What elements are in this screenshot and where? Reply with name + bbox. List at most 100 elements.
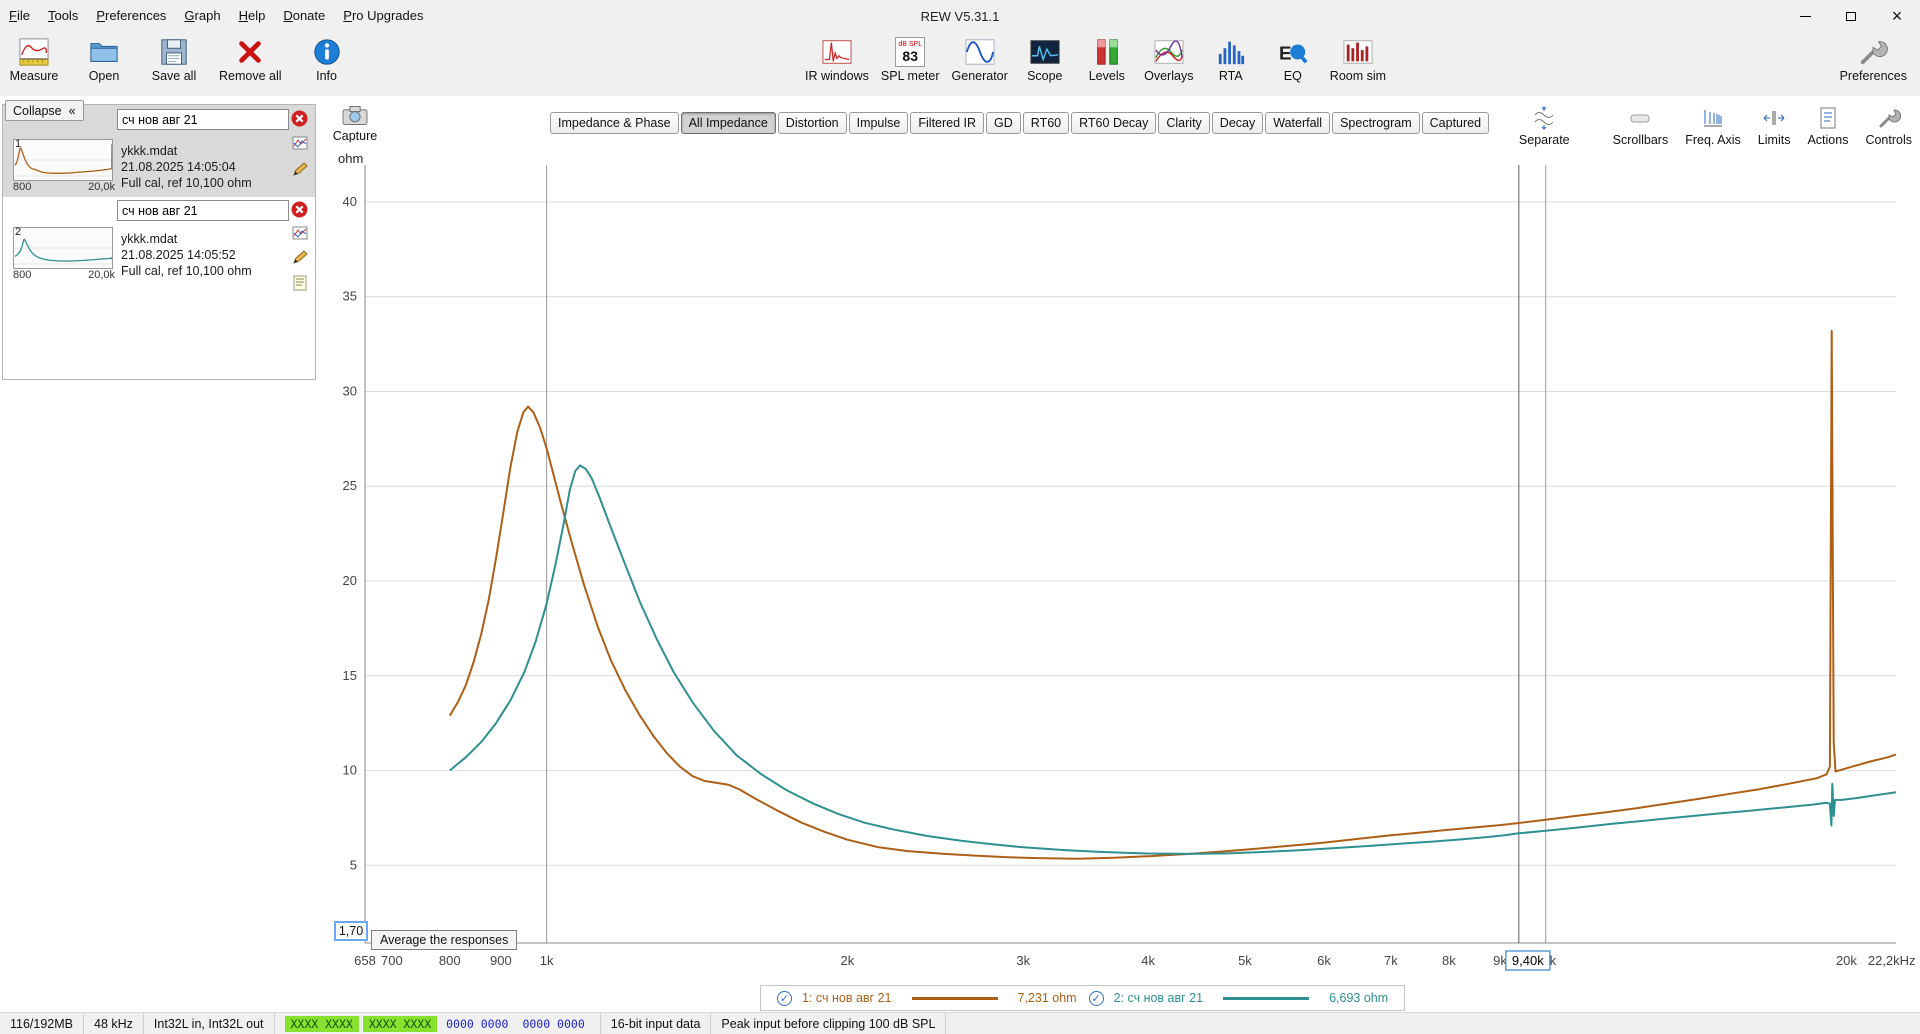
clipping-headroom-status: Peak input before clipping 100 dB SPL [711,1013,947,1034]
ir-windows-button[interactable]: IR windows [802,36,872,84]
trace-1-checkbox[interactable]: ✓ [777,990,792,1006]
tab-gd[interactable]: GD [986,112,1021,134]
toolbar: Measure Open Save all Remove all Info IR… [0,32,1920,96]
trim-pencil-icon[interactable] [292,249,308,265]
tab-decay[interactable]: Decay [1211,112,1264,134]
sample-counter-a: 0000 0000 [446,1016,509,1031]
rta-button[interactable]: RTA [1203,36,1259,84]
tab-all-impedance[interactable]: All Impedance [680,112,776,134]
levels-button[interactable]: Levels [1079,36,1135,84]
spl-meter-button[interactable]: dB SPL 83 SPL meter [878,36,943,84]
svg-text:15: 15 [343,668,357,683]
trace-graph-icon[interactable] [292,135,308,151]
toolbar-right-group: Preferences [1837,36,1910,84]
tab-filtered-ir[interactable]: Filtered IR [910,112,985,134]
menu-preferences[interactable]: Preferences [87,0,175,32]
info-icon [313,39,340,65]
sample-counter-b: 0000 0000 [522,1016,585,1031]
svg-text:700: 700 [381,953,403,968]
info-button[interactable]: Info [299,36,355,84]
save-all-button[interactable]: Save all [146,36,202,84]
tab-impulse[interactable]: Impulse [848,112,909,134]
svg-text:7k: 7k [1384,953,1398,968]
measurement-name-input[interactable] [117,200,289,221]
measurements-panel: 1 800 20,0k ykkk.mdat 21.08.2025 14:05:0… [2,104,316,380]
actions-icon [1820,107,1836,129]
toolbar-center-group: IR windows dB SPL 83 SPL meter Generator… [802,36,1389,84]
measurement-thumbnail[interactable]: 2 800 20,0k [13,226,115,282]
room-sim-icon [1343,40,1373,64]
trace-2-checkbox[interactable]: ✓ [1088,990,1104,1006]
minimize-icon [1799,15,1811,17]
collapse-button[interactable]: Collapse « [5,100,84,121]
menu-graph[interactable]: Graph [175,0,229,32]
open-button[interactable]: Open [76,36,132,84]
measurement-thumbnail[interactable]: 1 800 20,0k [13,138,115,194]
svg-text:8k: 8k [1442,953,1456,968]
graph-tabs: Impedance & Phase All Impedance Distorti… [550,112,1490,134]
average-responses-tooltip: Average the responses [371,930,518,950]
tab-impedance-phase[interactable]: Impedance & Phase [550,112,679,134]
measure-button[interactable]: Measure [6,36,62,84]
tab-rt60[interactable]: RT60 [1022,112,1070,134]
thumb-freq-min: 800 [13,269,32,281]
trim-pencil-icon[interactable] [292,161,308,177]
room-sim-button[interactable]: Room sim [1327,36,1389,84]
remove-all-button[interactable]: Remove all [216,36,285,84]
close-button[interactable]: × [1874,0,1920,32]
trace-graph-icon[interactable] [292,225,308,241]
measurement-index: 2 [15,226,22,238]
delete-measurement-button[interactable] [291,201,308,218]
menu-donate[interactable]: Donate [274,0,334,32]
minimize-button[interactable] [1782,0,1828,32]
overlays-button[interactable]: Overlays [1141,36,1197,84]
svg-text:1k: 1k [540,953,554,968]
tab-captured[interactable]: Captured [1421,112,1490,134]
tab-waterfall[interactable]: Waterfall [1265,112,1331,134]
scrollbars-icon [1630,114,1650,123]
legend-entry-2: ✓ 2: сч нов авг 21 6,693 ohm [1088,990,1388,1006]
scope-button[interactable]: Scope [1017,36,1073,84]
measurement-name-input[interactable] [117,109,289,130]
controls-wrench-icon [1879,109,1901,128]
measurement-item-2[interactable]: 2 800 20,0k ykkk.mdat 21.08.2025 14:05:5… [3,197,315,307]
thumb-freq-max: 20,0k [88,181,115,193]
sample-rate-status: 48 kHz [84,1013,144,1034]
notes-icon[interactable] [292,275,308,291]
svg-text:9,40k: 9,40k [1512,953,1544,968]
menu-tools[interactable]: Tools [39,0,87,32]
generator-button[interactable]: Generator [949,36,1011,84]
tab-clarity[interactable]: Clarity [1158,112,1210,134]
menu-pro-upgrades[interactable]: Pro Upgrades [334,0,432,32]
svg-text:22,2kHz: 22,2kHz [1868,953,1916,968]
overlays-icon [1154,40,1184,64]
impedance-chart[interactable]: 5 10 15 20 25 30 35 40 658 700 800 900 1k 2k 3k 4k 5k 6k 7… [320,140,1920,1000]
svg-text:658: 658 [354,953,376,968]
axis-min-field[interactable]: 1,70 [334,921,368,941]
eq-button[interactable]: E EQ [1265,36,1321,84]
maximize-button[interactable] [1828,0,1874,32]
preferences-button[interactable]: Preferences [1837,36,1910,84]
trace-1-color-sample [911,996,998,1000]
freq-axis-icon [1704,110,1722,127]
tab-spectrogram[interactable]: Spectrogram [1332,112,1420,134]
capture-button[interactable]: Capture [328,103,382,143]
svg-text:5k: 5k [1238,953,1252,968]
menu-file[interactable]: File [0,0,39,32]
impedance-chart-svg[interactable]: 5 10 15 20 25 30 35 40 658 700 800 900 1k 2k 3k 4k 5k 6k 7… [320,140,1920,1000]
tab-distortion[interactable]: Distortion [777,112,847,134]
trace-2-color-sample [1223,996,1310,1000]
tab-rt60-decay[interactable]: RT60 Decay [1071,112,1157,134]
memory-status: 116/192MB [0,1013,85,1034]
input-meter-left: XXXX XXXX [284,1015,359,1032]
toolbar-left-group: Measure Open Save all Remove all Info [6,36,355,84]
delete-measurement-button[interactable] [291,110,308,127]
ir-windows-icon [822,40,852,64]
remove-x-icon [239,41,262,63]
titlebar: REW V5.31.1 File Tools Preferences Graph… [0,0,1920,32]
statusbar: 116/192MB 48 kHz Int32L in, Int32L out X… [0,1012,1920,1034]
svg-text:800: 800 [439,953,461,968]
menu-help[interactable]: Help [230,0,275,32]
delete-x-icon [291,110,308,127]
measurement-timestamp: 21.08.2025 14:05:52 [121,248,236,262]
